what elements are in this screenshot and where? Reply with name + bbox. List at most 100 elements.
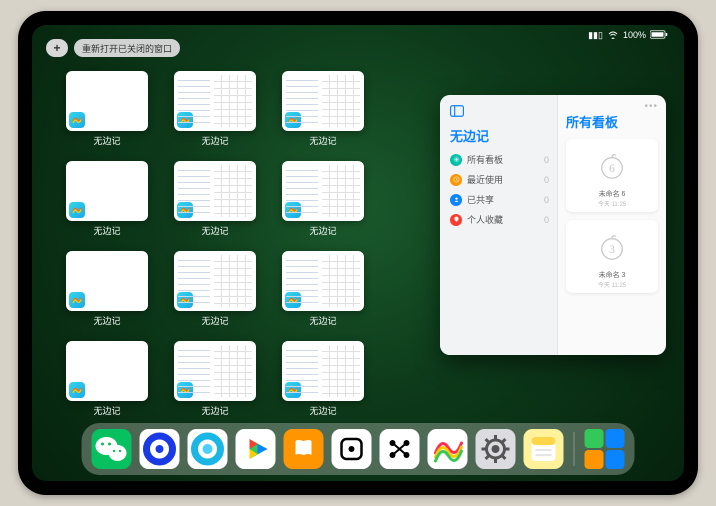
sidebar-item[interactable]: 最近使用 0 [450,173,549,186]
freeform-app-icon [177,292,193,308]
new-window-button[interactable]: + [46,39,68,57]
window-tile[interactable]: 无边记 [282,251,364,327]
svg-text:3: 3 [609,244,615,256]
window-title: 无边记 [309,404,336,417]
dock-dice-icon[interactable] [332,429,372,469]
window-thumbnail [282,161,364,221]
row-label: 最近使用 [467,173,503,186]
reopen-label: 重新打开已关闭的窗口 [82,42,172,55]
dock: HD [82,423,635,475]
window-title: 无边记 [93,134,120,147]
freeform-app-icon [69,382,85,398]
panel-main: ••• 所有看板 6 未命名 6 今天 11:25 3 未命名 3 今天 11:… [558,95,666,355]
dock-app-library-icon[interactable] [585,429,625,469]
window-tile[interactable]: 无边记 [174,161,256,237]
dock-browser2-icon[interactable]: HD [188,429,228,469]
window-title: 无边记 [201,314,228,327]
window-thumbnail [282,341,364,401]
dock-browser1-icon[interactable] [140,429,180,469]
freeform-app-icon [177,382,193,398]
signal-icon: ▮▮▯ [588,30,603,41]
row-label: 已共享 [467,193,494,206]
row-icon [450,174,462,186]
sidebar-item[interactable]: 已共享 0 [450,193,549,206]
window-thumbnail [66,161,148,221]
window-title: 无边记 [93,404,120,417]
dock-play-icon[interactable] [236,429,276,469]
panel-sidebar: 无边记 所有看板 0 最近使用 0 已共享 0 个人收藏 0 [440,95,558,355]
dock-dots-icon[interactable] [380,429,420,469]
window-tile[interactable]: 无边记 [282,161,364,237]
freeform-panel[interactable]: 无边记 所有看板 0 最近使用 0 已共享 0 个人收藏 0 ••• 所有看板 … [440,95,666,355]
row-label: 个人收藏 [467,213,503,226]
sidebar-toggle-icon[interactable] [450,105,549,120]
window-tile[interactable]: 无边记 [66,161,148,237]
dock-books-icon[interactable] [284,429,324,469]
freeform-app-icon [285,382,301,398]
window-tile[interactable]: 无边记 [282,341,364,417]
window-thumbnail [282,71,364,131]
window-thumbnail [174,161,256,221]
board-thumbnail: 3 [576,224,648,270]
board-time: 今天 11:25 [598,199,626,208]
window-tile[interactable]: 无边记 [282,71,364,147]
freeform-app-icon [69,202,85,218]
window-tile[interactable]: 无边记 [174,341,256,417]
svg-text:6: 6 [609,163,615,175]
window-thumbnail [66,71,148,131]
row-icon [450,214,462,226]
row-icon [450,194,462,206]
panel-title: 无边记 [450,126,549,145]
window-tile[interactable]: 无边记 [174,71,256,147]
wifi-icon [607,29,619,41]
board-thumbnail: 6 [576,143,648,189]
freeform-app-icon [285,202,301,218]
svg-text:HD: HD [203,460,212,466]
window-title: 无边记 [93,224,120,237]
window-tile[interactable]: 无边记 [66,251,148,327]
dock-notes-icon[interactable] [524,429,564,469]
window-tile[interactable]: 无边记 [66,341,148,417]
row-count: 0 [544,175,549,185]
window-title: 无边记 [201,404,228,417]
sidebar-item[interactable]: 所有看板 0 [450,153,549,166]
window-thumbnail [66,341,148,401]
freeform-app-icon [69,292,85,308]
row-count: 0 [544,155,549,165]
reopen-closed-window-pill[interactable]: 重新打开已关闭的窗口 [74,39,180,57]
freeform-app-icon [285,112,301,128]
more-icon[interactable]: ••• [644,101,658,112]
board-name: 未命名 3 [599,270,626,280]
window-thumbnail [174,341,256,401]
screen: ▮▮▯ 100% + 重新打开已关闭的窗口 无边记 无边记 [32,25,684,481]
window-title: 无边记 [309,224,336,237]
window-title: 无边记 [201,224,228,237]
board-card[interactable]: 6 未命名 6 今天 11:25 [566,139,658,212]
sidebar-item[interactable]: 个人收藏 0 [450,213,549,226]
board-card[interactable]: 3 未命名 3 今天 11:25 [566,220,658,293]
freeform-app-icon [177,202,193,218]
window-tile[interactable]: 无边记 [66,71,148,147]
row-count: 0 [544,215,549,225]
battery-icon [650,30,668,41]
battery-label: 100% [623,30,646,40]
dock-freeform-icon[interactable] [428,429,468,469]
plus-icon: + [53,41,60,55]
window-thumbnail [174,71,256,131]
board-time: 今天 11:25 [598,280,626,289]
window-title: 无边记 [309,314,336,327]
top-controls: + 重新打开已关闭的窗口 [46,39,180,57]
panel-right-title: 所有看板 [566,112,658,131]
window-title: 无边记 [309,134,336,147]
window-tile[interactable]: 无边记 [174,251,256,327]
ipad-frame: ▮▮▯ 100% + 重新打开已关闭的窗口 无边记 无边记 [18,11,698,495]
status-bar: ▮▮▯ 100% [588,29,668,41]
dock-wechat-icon[interactable] [92,429,132,469]
window-thumbnail [174,251,256,311]
window-title: 无边记 [93,314,120,327]
dock-divider [574,432,575,466]
row-label: 所有看板 [467,153,503,166]
window-thumbnail [66,251,148,311]
freeform-app-icon [69,112,85,128]
dock-settings-icon[interactable] [476,429,516,469]
